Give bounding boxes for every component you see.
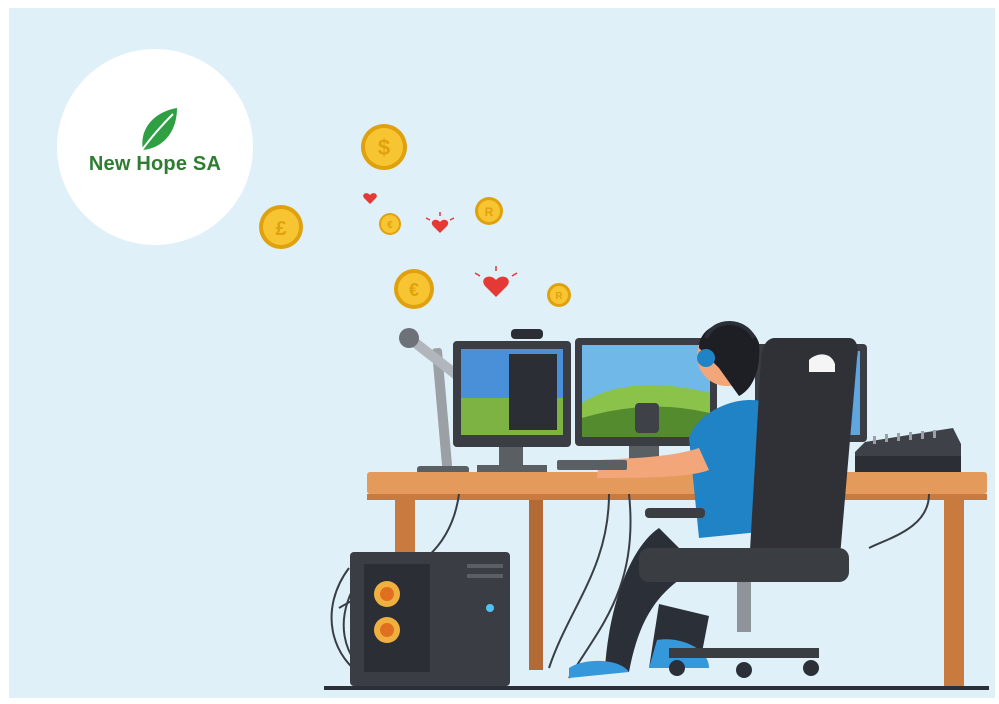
- coin-euro-small: €: [379, 213, 401, 235]
- floor-line: [324, 686, 989, 690]
- heart-icon: [363, 193, 377, 204]
- heart-icon: [483, 276, 509, 297]
- gaming-scene: $ £ € R € R: [259, 124, 989, 690]
- coin-symbol: €: [409, 280, 419, 300]
- coin-symbol: €: [387, 220, 393, 231]
- left-monitor: [453, 341, 571, 473]
- coin-symbol: £: [275, 218, 286, 240]
- coin-rand: R: [475, 197, 503, 225]
- pc-tower: [350, 552, 510, 686]
- coin-euro: €: [394, 269, 434, 309]
- heart-icon: [431, 219, 449, 233]
- coin-symbol: R: [485, 205, 494, 219]
- coin-symbol: $: [378, 135, 390, 160]
- coin-dollar: $: [361, 124, 407, 170]
- illustration-frame: New Hope SA $ £ € R € R: [9, 8, 995, 698]
- audio-mixer: [855, 428, 961, 472]
- coin-symbol: R: [555, 291, 563, 302]
- coin-pound: £: [259, 205, 303, 249]
- keyboard: [557, 460, 627, 470]
- webcam: [511, 329, 543, 339]
- coin-rand-small: R: [547, 283, 571, 307]
